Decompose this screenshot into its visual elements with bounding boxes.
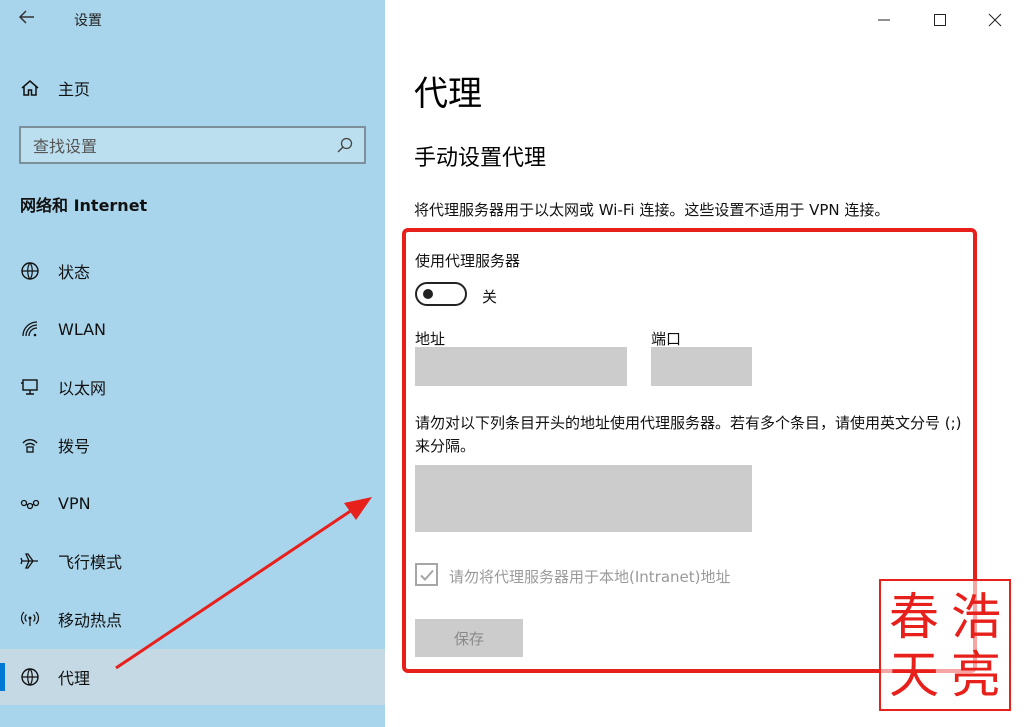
sidebar-item-label: 以太网 [58, 379, 107, 398]
home-nav[interactable]: 主页 [20, 76, 90, 100]
sidebar-item-wlan[interactable]: WLAN [0, 301, 385, 357]
sidebar-item-ethernet[interactable]: 以太网 [0, 359, 385, 415]
sidebar-item-status[interactable]: 状态 [0, 243, 385, 299]
proxy-description: 将代理服务器用于以太网或 Wi-Fi 连接。这些设置不适用于 VPN 连接。 [414, 201, 890, 219]
sidebar-item-label: 代理 [58, 669, 91, 688]
sidebar-item-vpn[interactable]: VPN [0, 475, 385, 531]
home-label: 主页 [58, 80, 91, 99]
back-arrow-icon [18, 10, 34, 24]
page-title: 代理 [414, 74, 482, 114]
stamp-char: 春 [889, 588, 939, 646]
settings-window: 设置 主页 查找设置 网络和 Internet 状态 WLAN 以太网 拨号 V… [0, 0, 1024, 727]
sidebar-item-proxy[interactable]: 代理 [0, 649, 385, 705]
section-title: 网络和 Internet [20, 196, 148, 215]
stamp-char: 亮 [951, 646, 1001, 704]
globe-icon [20, 667, 40, 687]
close-button[interactable] [983, 8, 1007, 32]
watermark-stamp: 春 浩 天 亮 [879, 579, 1011, 711]
home-icon [21, 80, 39, 96]
sidebar-item-label: 移动热点 [58, 611, 123, 630]
stamp-char: 天 [889, 646, 939, 704]
minimize-button[interactable] [872, 8, 896, 32]
sidebar-item-hotspot[interactable]: 移动热点 [0, 591, 385, 647]
app-title: 设置 [74, 13, 102, 29]
maximize-button[interactable] [928, 8, 952, 32]
dialup-icon [20, 435, 40, 455]
sidebar-item-label: WLAN [58, 319, 107, 339]
sidebar-item-label: VPN [58, 493, 91, 513]
maximize-icon [934, 14, 946, 26]
search-input[interactable]: 查找设置 [19, 126, 366, 164]
hotspot-icon [20, 609, 40, 629]
airplane-icon [20, 551, 40, 571]
minimize-icon [878, 19, 890, 21]
sidebar-item-label: 拨号 [58, 437, 91, 456]
search-placeholder: 查找设置 [33, 137, 98, 156]
back-button[interactable] [18, 8, 40, 30]
vpn-icon [20, 493, 40, 513]
ethernet-icon [20, 377, 40, 397]
search-icon [337, 137, 353, 153]
sidebar-item-airplane[interactable]: 飞行模式 [0, 533, 385, 589]
stamp-char: 浩 [951, 588, 1001, 646]
sidebar-item-label: 飞行模式 [58, 553, 123, 572]
sidebar-item-label: 状态 [58, 263, 91, 282]
sidebar-item-dialup[interactable]: 拨号 [0, 417, 385, 473]
close-icon [988, 13, 1002, 27]
sidebar: 设置 主页 查找设置 网络和 Internet 状态 WLAN 以太网 拨号 V… [0, 0, 385, 727]
section-heading: 手动设置代理 [414, 146, 547, 171]
wifi-icon [20, 319, 40, 339]
globe-status-icon [20, 261, 40, 281]
